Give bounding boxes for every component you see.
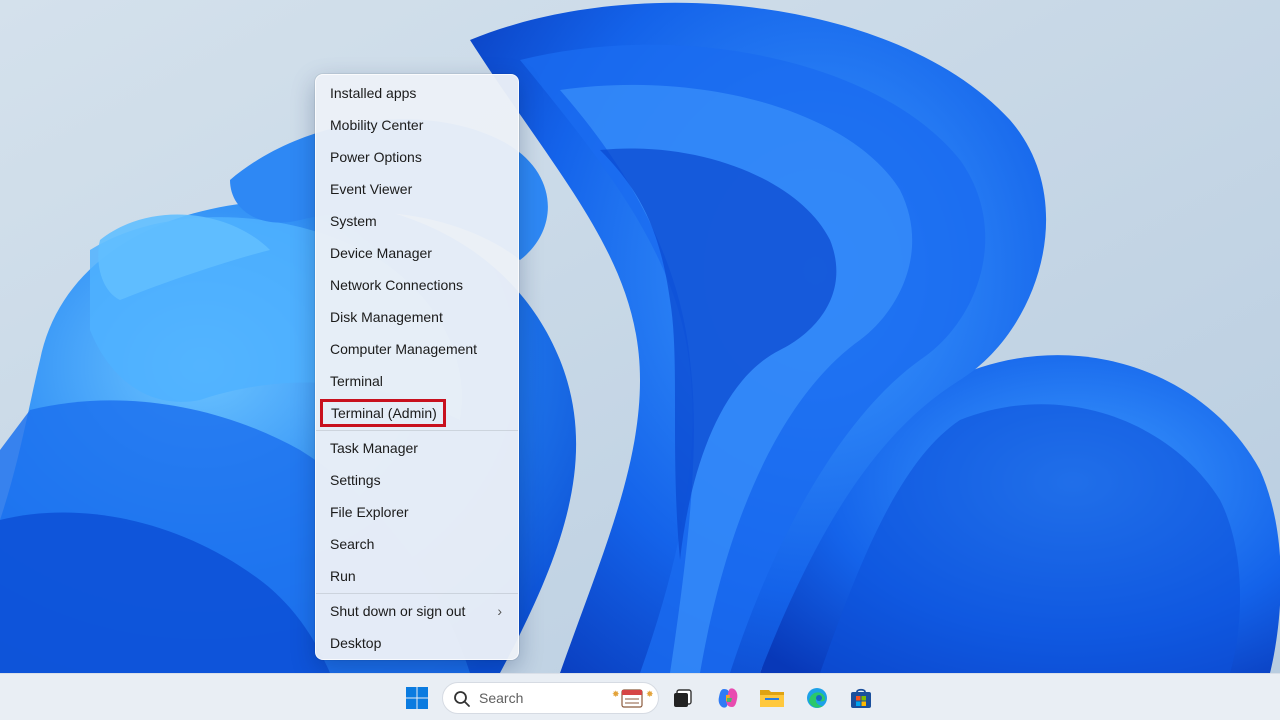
menu-item-terminal-admin[interactable]: Terminal (Admin) bbox=[316, 397, 518, 429]
edge-icon bbox=[807, 688, 827, 708]
start-button[interactable] bbox=[401, 682, 433, 714]
menu-item-computer-management[interactable]: Computer Management bbox=[316, 333, 518, 365]
menu-item-task-manager[interactable]: Task Manager bbox=[316, 432, 518, 464]
menu-item-desktop[interactable]: Desktop bbox=[316, 627, 518, 659]
menu-item-system[interactable]: System bbox=[316, 205, 518, 237]
svg-text:✸: ✸ bbox=[612, 689, 620, 699]
desktop[interactable]: Installed apps Mobility Center Power Opt… bbox=[0, 0, 1280, 673]
task-view-icon bbox=[674, 689, 692, 707]
menu-item-network-connections[interactable]: Network Connections bbox=[316, 269, 518, 301]
file-explorer-button[interactable] bbox=[756, 682, 788, 714]
store-icon bbox=[851, 688, 871, 708]
taskbar: Search ✸ ✸ bbox=[0, 673, 1280, 720]
menu-item-search[interactable]: Search bbox=[316, 528, 518, 560]
bloom-wallpaper bbox=[0, 0, 1280, 673]
winx-context-menu: Installed apps Mobility Center Power Opt… bbox=[315, 74, 519, 660]
menu-item-event-viewer[interactable]: Event Viewer bbox=[316, 173, 518, 205]
svg-text:✸: ✸ bbox=[646, 689, 654, 699]
search-icon bbox=[454, 691, 470, 707]
menu-divider bbox=[316, 593, 518, 594]
task-view-button[interactable] bbox=[667, 682, 699, 714]
menu-item-shut-down-or-sign-out[interactable]: Shut down or sign out › bbox=[316, 595, 518, 627]
taskbar-search-box[interactable]: Search ✸ ✸ bbox=[442, 682, 659, 714]
menu-item-file-explorer[interactable]: File Explorer bbox=[316, 496, 518, 528]
menu-item-settings[interactable]: Settings bbox=[316, 464, 518, 496]
windows-logo-icon bbox=[406, 687, 428, 709]
highlight-box: Terminal (Admin) bbox=[320, 399, 446, 427]
menu-divider bbox=[316, 430, 518, 431]
menu-item-run[interactable]: Run bbox=[316, 560, 518, 592]
menu-item-device-manager[interactable]: Device Manager bbox=[316, 237, 518, 269]
chevron-right-icon: › bbox=[497, 603, 502, 619]
copilot-icon bbox=[718, 688, 738, 708]
microsoft-store-button[interactable] bbox=[845, 682, 877, 714]
file-explorer-icon bbox=[760, 690, 784, 707]
menu-item-mobility-center[interactable]: Mobility Center bbox=[316, 109, 518, 141]
copilot-button[interactable] bbox=[712, 682, 744, 714]
menu-item-power-options[interactable]: Power Options bbox=[316, 141, 518, 173]
search-placeholder: Search bbox=[479, 690, 524, 706]
menu-item-terminal[interactable]: Terminal bbox=[316, 365, 518, 397]
menu-item-installed-apps[interactable]: Installed apps bbox=[316, 77, 518, 109]
menu-item-disk-management[interactable]: Disk Management bbox=[316, 301, 518, 333]
search-highlight-calendar-icon: ✸ ✸ bbox=[612, 689, 654, 708]
edge-button[interactable] bbox=[801, 682, 833, 714]
